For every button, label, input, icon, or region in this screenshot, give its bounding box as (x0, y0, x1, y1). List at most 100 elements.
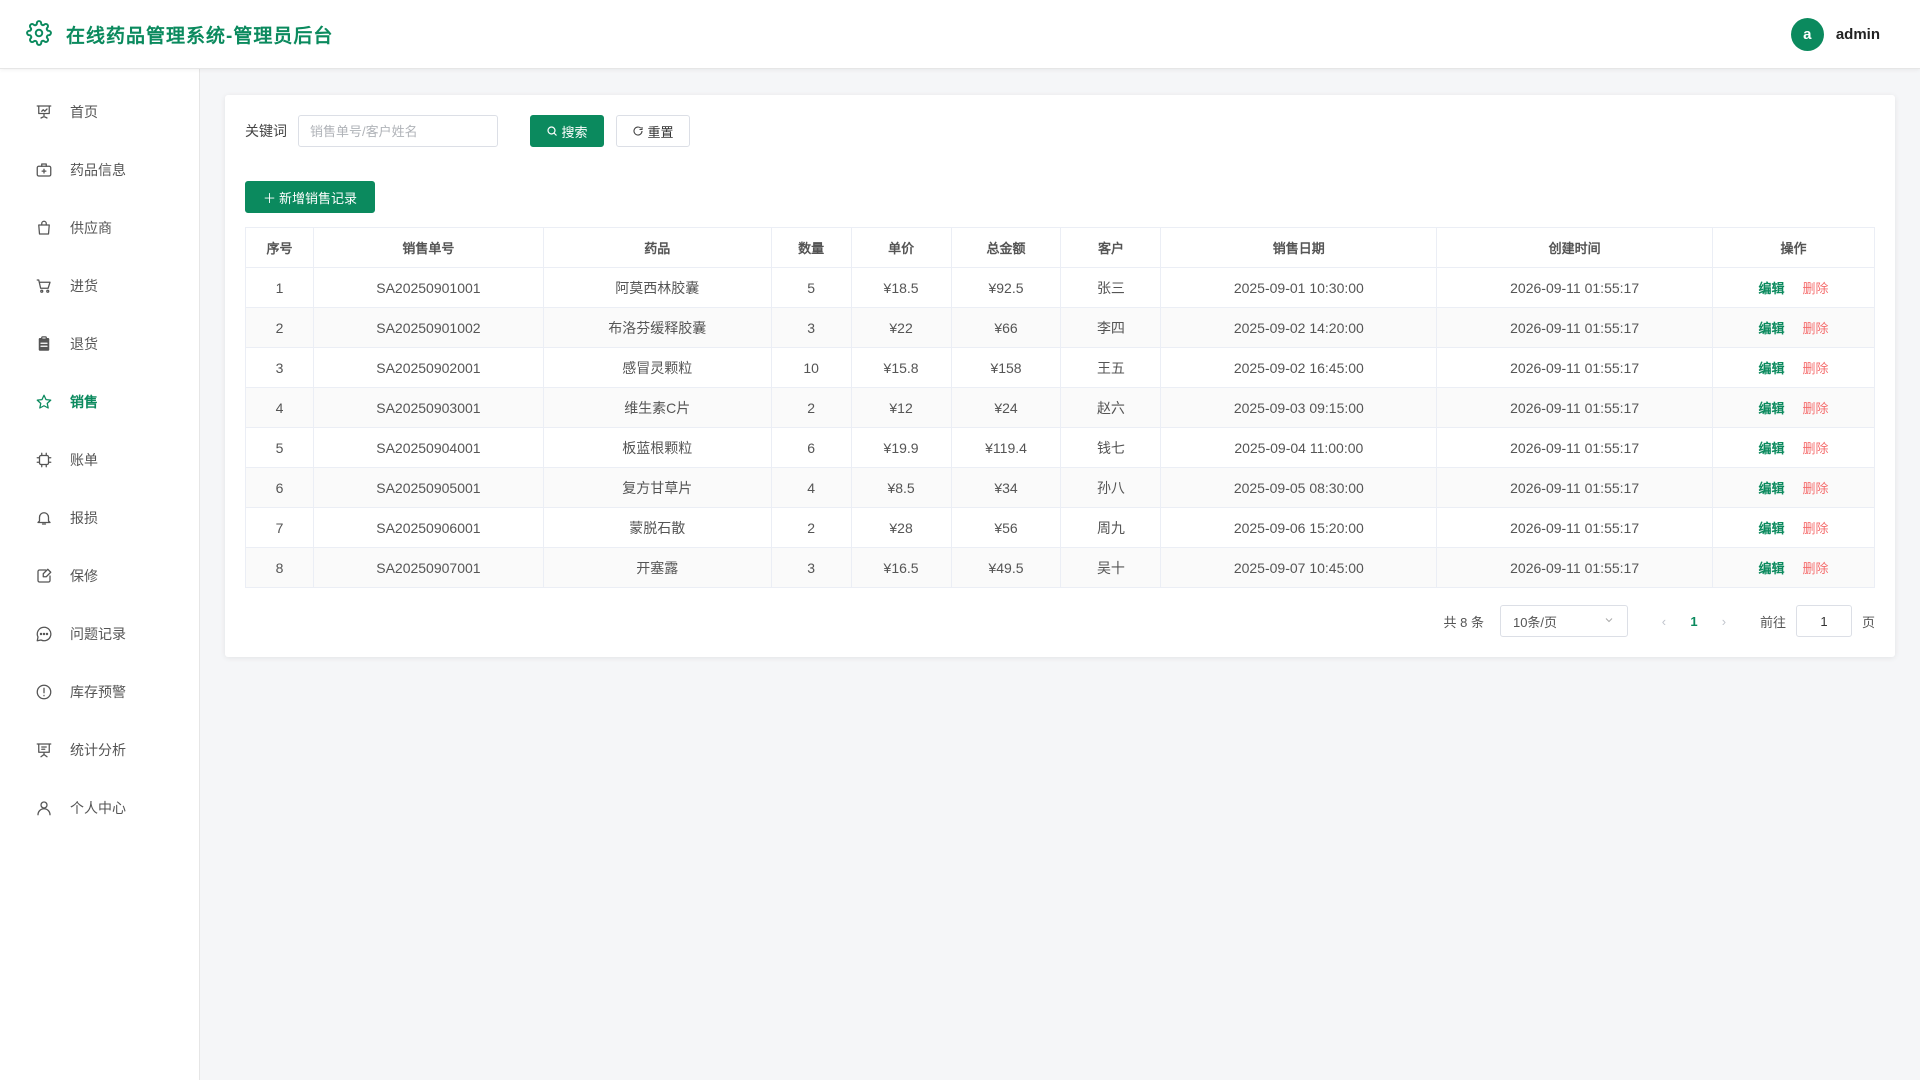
sidebar-item-5[interactable]: 退货 (0, 315, 199, 373)
avatar[interactable]: a (1790, 17, 1824, 51)
edit-button[interactable]: 编辑 (1759, 441, 1785, 456)
table-cell: 2026-09-11 01:55:17 (1436, 267, 1714, 308)
page-number[interactable]: 1 (1678, 614, 1710, 629)
next-page-icon[interactable]: › (1710, 614, 1738, 629)
table-cell: 蒙脱石散 (542, 507, 772, 548)
top-header: 在线药品管理系统-管理员后台 a admin (0, 0, 1920, 69)
sidebar-item-3[interactable]: 供应商 (0, 199, 199, 257)
keyword-input[interactable] (298, 115, 498, 147)
table-cell: 2 (245, 307, 314, 348)
goto-page-input[interactable] (1795, 605, 1852, 637)
sidebar-item-label: 库存预警 (70, 684, 126, 700)
total-count: 共 8 条 (1443, 614, 1484, 630)
sidebar-item-7[interactable]: 账单 (0, 431, 199, 489)
table-cell: 4 (770, 467, 852, 508)
table-cell: 2 (770, 387, 852, 428)
sidebar-item-label: 统计分析 (70, 742, 126, 758)
table-cell: 钱七 (1060, 427, 1162, 468)
bell-icon (34, 508, 54, 528)
table-cell: 周九 (1060, 507, 1162, 548)
edit-button[interactable]: 编辑 (1759, 401, 1785, 416)
column-header: 总金额 (950, 227, 1062, 268)
username[interactable]: admin (1836, 26, 1880, 43)
plus-icon: ＋ (262, 190, 276, 206)
table-row: 6 SA20250905001 复方甘草片 4 ¥8.5 ¥34 孙八 2025-09-05 … (245, 467, 1875, 508)
table-cell: 2025-09-07 10:45:00 (1160, 547, 1438, 588)
table-cell: 阿莫西林胶囊 (542, 267, 772, 308)
table-cell: ¥16.5 (850, 547, 952, 588)
table-cell: SA20250904001 (312, 427, 544, 468)
table-header-row: 序号 销售单号 药品 数量 单价 总金额 客户 销售日期 创建时间 操作 (245, 227, 1875, 268)
edit-button[interactable]: 编辑 (1759, 281, 1785, 296)
sidebar-item-13[interactable]: 个人中心 (0, 779, 199, 837)
table-cell: ¥19.9 (850, 427, 952, 468)
table-cell: 2025-09-01 10:30:00 (1160, 267, 1438, 308)
page-size-select[interactable]: 10条/页 (1499, 605, 1628, 637)
edit-button[interactable]: 编辑 (1759, 521, 1785, 536)
table-cell: ¥34 (950, 467, 1062, 508)
table-cell: 1 (245, 267, 314, 308)
sidebar-item-9[interactable]: 保修 (0, 547, 199, 605)
bag-icon (34, 218, 54, 238)
delete-button[interactable]: 删除 (1803, 361, 1829, 376)
search-icon (547, 126, 558, 136)
reset-button[interactable]: 重置 (616, 115, 690, 147)
pagination: 共 8 条 10条/页 ‹ 1 › 前往 页 (245, 605, 1875, 637)
delete-button[interactable]: 删除 (1803, 281, 1829, 296)
delete-button[interactable]: 删除 (1803, 401, 1829, 416)
edit-button[interactable]: 编辑 (1759, 361, 1785, 376)
table-row: 3 SA20250902001 感冒灵颗粒 10 ¥15.8 ¥158 王五 2025-09-… (245, 347, 1875, 388)
table-cell: ¥56 (950, 507, 1062, 548)
table-cell: 10 (770, 347, 852, 388)
column-header: 操作 (1712, 227, 1875, 268)
sidebar-item-10[interactable]: 问题记录 (0, 605, 199, 663)
table-cell: 2025-09-04 11:00:00 (1160, 427, 1438, 468)
table-cell: SA20250905001 (312, 467, 544, 508)
edit-button[interactable]: 编辑 (1759, 321, 1785, 336)
table-cell: 6 (245, 467, 314, 508)
delete-button[interactable]: 删除 (1803, 321, 1829, 336)
search-button[interactable]: 搜索 (530, 115, 604, 147)
edit-button[interactable]: 编辑 (1759, 481, 1785, 496)
cpu-icon (34, 450, 54, 470)
table-cell: ¥28 (850, 507, 952, 548)
column-header: 单价 (850, 227, 952, 268)
table-cell: ¥24 (950, 387, 1062, 428)
sidebar-item-1[interactable]: 首页 (0, 83, 199, 141)
actions-cell: 编辑 删除 (1712, 507, 1875, 548)
search-button-label: 搜索 (561, 124, 588, 140)
table-cell: ¥8.5 (850, 467, 952, 508)
table-cell: 感冒灵颗粒 (542, 347, 772, 388)
delete-button[interactable]: 删除 (1803, 561, 1829, 576)
delete-button[interactable]: 删除 (1803, 441, 1829, 456)
user-menu[interactable]: a admin (1790, 17, 1894, 51)
sidebar-item-label: 进货 (70, 278, 98, 294)
table-cell: 王五 (1060, 347, 1162, 388)
table-cell: ¥49.5 (950, 547, 1062, 588)
add-sale-button[interactable]: ＋ 新增销售记录 (245, 181, 375, 213)
table-cell: ¥12 (850, 387, 952, 428)
edit-button[interactable]: 编辑 (1759, 561, 1785, 576)
sidebar: 首页 药品信息 供应商进货退货销售账单 报损 保修问题记录库存预警统计分析个人中心 (0, 69, 200, 1080)
delete-button[interactable]: 删除 (1803, 481, 1829, 496)
actions-cell: 编辑 删除 (1712, 267, 1875, 308)
gear-icon (26, 19, 52, 49)
sidebar-item-6[interactable]: 销售 (0, 373, 199, 431)
sidebar-item-8[interactable]: 报损 (0, 489, 199, 547)
table-row: 1 SA20250901001 阿莫西林胶囊 5 ¥18.5 ¥92.5 张三 2025-09… (245, 267, 1875, 308)
column-header: 销售单号 (312, 227, 544, 268)
sidebar-item-label: 问题记录 (70, 626, 126, 642)
sidebar-item-11[interactable]: 库存预警 (0, 663, 199, 721)
actions-cell: 编辑 删除 (1712, 307, 1875, 348)
star-icon (34, 392, 54, 412)
table-cell: 2025-09-06 15:20:00 (1160, 507, 1438, 548)
sidebar-item-4[interactable]: 进货 (0, 257, 199, 315)
delete-button[interactable]: 删除 (1803, 521, 1829, 536)
warning-icon (34, 682, 54, 702)
sidebar-item-12[interactable]: 统计分析 (0, 721, 199, 779)
prev-page-icon[interactable]: ‹ (1650, 614, 1678, 629)
sidebar-item-2[interactable]: 药品信息 (0, 141, 199, 199)
search-bar: 关键词 搜索 重置 (245, 115, 1875, 147)
chat-icon (34, 624, 54, 644)
sidebar-item-label: 销售 (70, 394, 98, 410)
